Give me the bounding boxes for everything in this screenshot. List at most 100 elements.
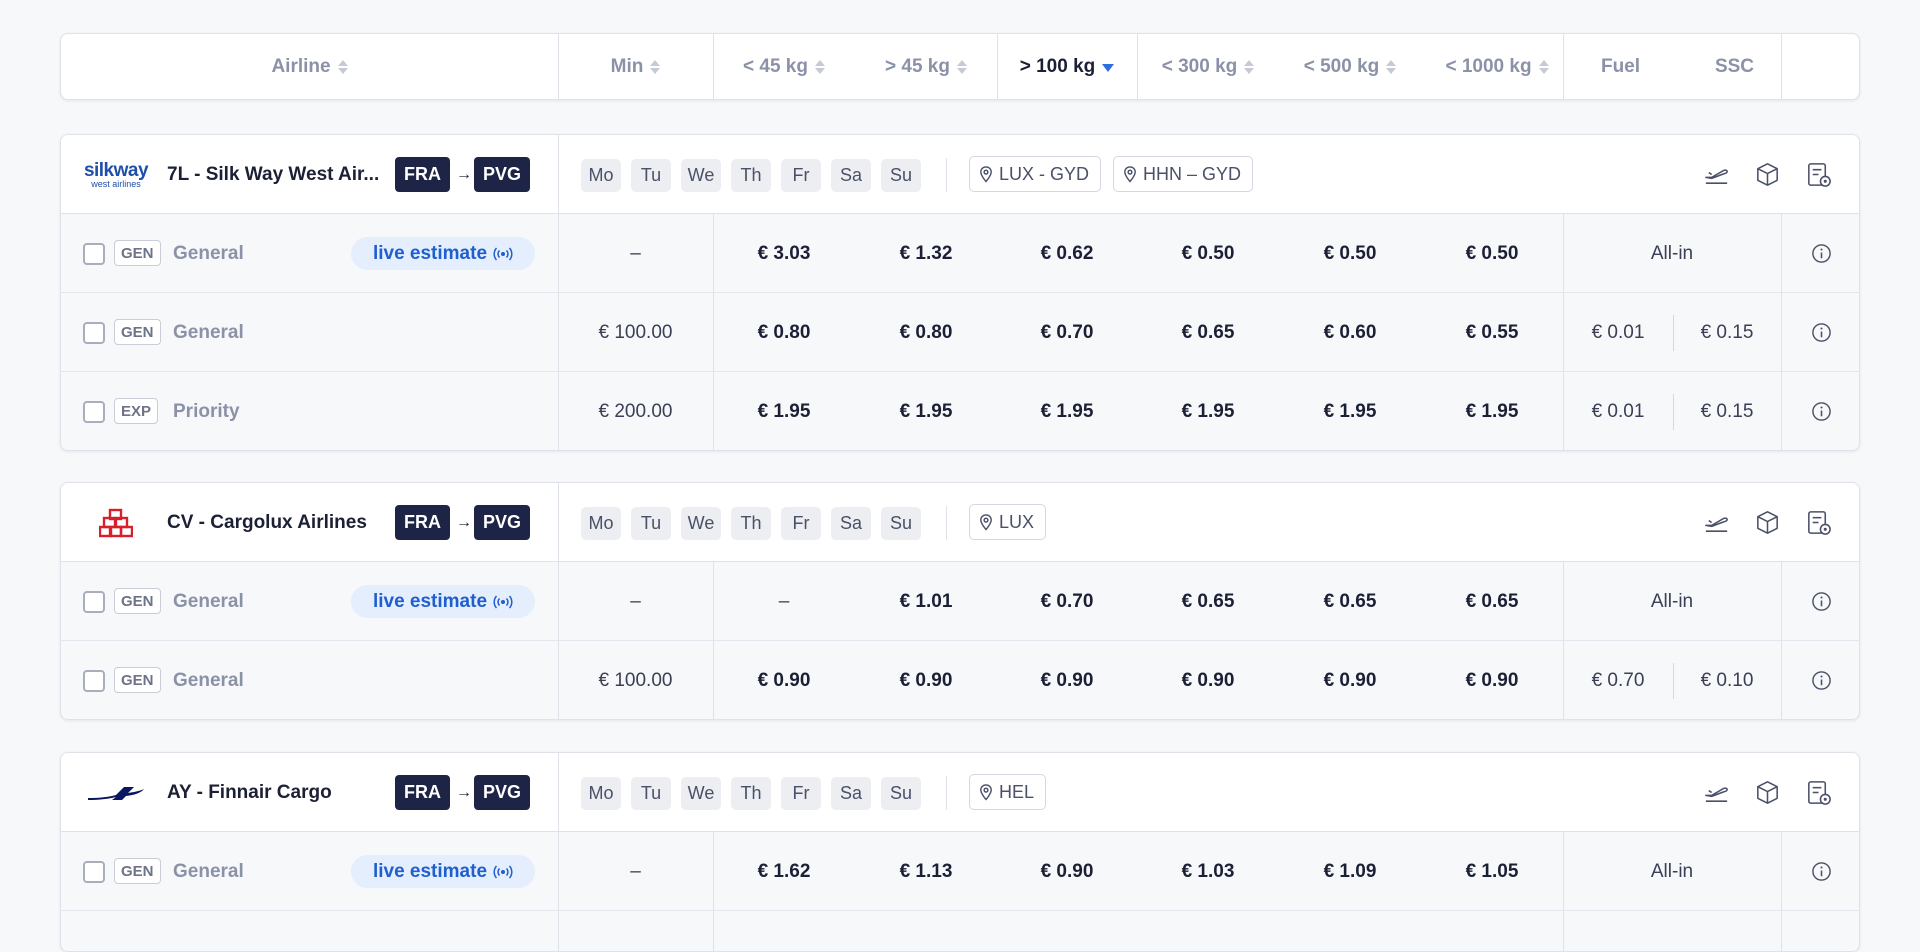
- broadcast-icon: [493, 865, 513, 878]
- day-chip: Fr: [781, 507, 821, 540]
- col-gt45[interactable]: > 45 kg: [855, 34, 997, 99]
- location-tag[interactable]: HHN – GYD: [1113, 156, 1254, 192]
- day-chip: Mo: [581, 777, 621, 810]
- origin-badge: FRA: [395, 775, 450, 810]
- rate-cell: € 1.95: [1181, 400, 1235, 422]
- day-chip: Su: [881, 159, 921, 192]
- row-checkbox[interactable]: [83, 670, 105, 692]
- silkway-logo: silkway west airlines: [83, 159, 149, 189]
- rate-cell: € 1.95: [757, 400, 811, 422]
- rate-cell: € 1.01: [899, 590, 953, 612]
- row-checkbox[interactable]: [83, 243, 105, 265]
- info-icon[interactable]: [1811, 401, 1832, 422]
- col-ssc: SSC: [1714, 55, 1755, 77]
- day-chip: Su: [881, 777, 921, 810]
- rate-cell: € 0.50: [1323, 242, 1377, 264]
- broadcast-icon: [493, 595, 513, 608]
- card-actions: [1702, 135, 1833, 214]
- col-min[interactable]: Min: [558, 34, 713, 99]
- location-tag[interactable]: LUX - GYD: [969, 156, 1102, 192]
- arrow-right-icon: →: [456, 783, 472, 801]
- fuel-value: € 0.01: [1591, 400, 1645, 422]
- live-estimate-badge[interactable]: live estimate: [351, 237, 535, 270]
- row-checkbox[interactable]: [83, 591, 105, 613]
- ssc-value: € 0.15: [1700, 321, 1754, 343]
- min-value: € 100.00: [598, 321, 673, 343]
- flight-departure-icon[interactable]: [1702, 508, 1731, 537]
- airline-name: AY - Finnair Cargo: [167, 781, 332, 803]
- document-settings-icon[interactable]: [1804, 778, 1833, 807]
- rate-cell: € 1.09: [1323, 860, 1377, 882]
- info-icon[interactable]: [1811, 243, 1832, 264]
- info-icon[interactable]: [1811, 591, 1832, 612]
- col-fuel: Fuel: [1600, 55, 1641, 77]
- rate-row: GEN General € 100.00 € 0.80 € 0.80 € 0.7…: [61, 293, 1859, 372]
- location-tags: HEL: [969, 774, 1047, 810]
- origin-badge: FRA: [395, 505, 450, 540]
- day-chip: Sa: [831, 507, 871, 540]
- row-checkbox[interactable]: [83, 322, 105, 344]
- rate-cell: € 0.50: [1181, 242, 1235, 264]
- info-icon[interactable]: [1811, 322, 1832, 343]
- sort-icon: [1386, 59, 1397, 74]
- rate-row: GEN General € 100.00 € 0.90 € 0.90 € 0.9…: [61, 641, 1859, 719]
- flight-departure-icon[interactable]: [1702, 160, 1731, 189]
- sort-icon: [814, 59, 825, 74]
- route: FRA → PVG: [395, 775, 531, 810]
- day-chip: Th: [731, 159, 771, 192]
- row-checkbox[interactable]: [83, 861, 105, 883]
- document-settings-icon[interactable]: [1804, 160, 1833, 189]
- sort-icon: [1244, 59, 1255, 74]
- rate-cell: € 3.03: [757, 242, 811, 264]
- info-icon[interactable]: [1811, 670, 1832, 691]
- col-lt300[interactable]: < 300 kg: [1137, 34, 1279, 99]
- document-settings-icon[interactable]: [1804, 508, 1833, 537]
- col-gt100[interactable]: > 100 kg: [997, 34, 1137, 99]
- day-chip: Fr: [781, 159, 821, 192]
- min-value: –: [630, 860, 641, 882]
- package-icon[interactable]: [1753, 778, 1782, 807]
- rate-cell: € 0.65: [1181, 590, 1235, 612]
- row-checkbox[interactable]: [83, 401, 105, 423]
- rate-cell: € 0.65: [1465, 590, 1519, 612]
- package-icon[interactable]: [1753, 160, 1782, 189]
- min-value: –: [630, 590, 641, 612]
- rate-cell: € 0.80: [757, 321, 811, 343]
- weekday-chips: Mo Tu We Th Fr Sa Su: [581, 507, 921, 540]
- card-header: silkway west airlines 7L - Silk Way West…: [61, 135, 1859, 214]
- rate-cell: € 0.90: [1465, 669, 1519, 691]
- class-badge: GEN: [114, 319, 161, 345]
- route: FRA → PVG: [395, 505, 531, 540]
- rate-cell: € 0.90: [1040, 860, 1094, 882]
- service-name: General: [173, 590, 244, 612]
- col-airline[interactable]: Airline: [61, 34, 558, 99]
- location-tag[interactable]: HEL: [969, 774, 1047, 810]
- rate-cell: € 1.95: [1465, 400, 1519, 422]
- airline-card: CV - Cargolux Airlines FRA → PVG Mo Tu W…: [60, 482, 1860, 720]
- pin-icon: [980, 783, 992, 801]
- route: FRA → PVG: [395, 157, 531, 192]
- weekday-chips: Mo Tu We Th Fr Sa Su: [581, 159, 921, 192]
- class-badge: GEN: [114, 858, 161, 884]
- info-icon[interactable]: [1811, 861, 1832, 882]
- day-chip: Mo: [581, 159, 621, 192]
- day-chip: Th: [731, 507, 771, 540]
- sort-icon: [956, 59, 967, 74]
- rate-cell: € 0.50: [1465, 242, 1519, 264]
- service-name: General: [173, 321, 244, 343]
- package-icon[interactable]: [1753, 508, 1782, 537]
- live-estimate-badge[interactable]: live estimate: [351, 585, 535, 618]
- class-badge: GEN: [114, 588, 161, 614]
- day-chip: Tu: [631, 507, 671, 540]
- day-chip: Th: [731, 777, 771, 810]
- rate-row: GEN General live estimate – € 3.03 € 1.3…: [61, 214, 1859, 293]
- live-estimate-badge[interactable]: live estimate: [351, 855, 535, 888]
- location-tag[interactable]: LUX: [969, 504, 1047, 540]
- sort-desc-icon: [1102, 64, 1115, 72]
- service-name: General: [173, 242, 244, 264]
- col-lt1000[interactable]: < 1000 kg: [1421, 34, 1573, 99]
- col-lt500[interactable]: < 500 kg: [1279, 34, 1421, 99]
- service-name: General: [173, 669, 244, 691]
- col-lt45[interactable]: < 45 kg: [713, 34, 855, 99]
- flight-departure-icon[interactable]: [1702, 778, 1731, 807]
